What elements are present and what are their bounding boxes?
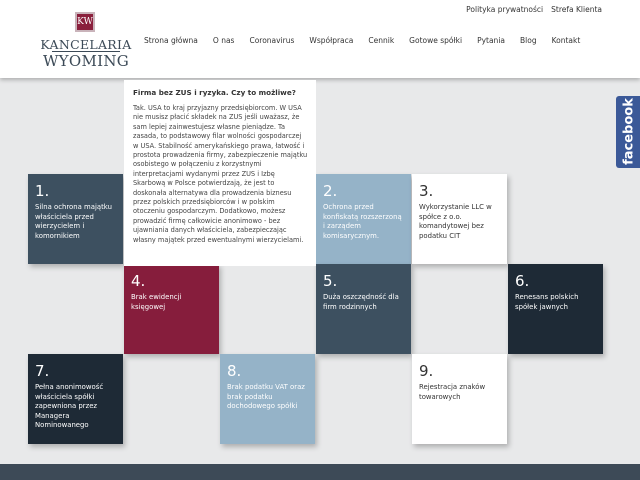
top-links: Polityka prywatności Strefa Klienta xyxy=(466,5,602,14)
feature-tile-1[interactable]: 1. Silna ochrona majątku właściciela prz… xyxy=(28,174,123,264)
site-header: KW KANCELARIA WYOMING Polityka prywatnoś… xyxy=(0,0,640,78)
main-nav: Strona główna O nas Coronavirus Współpra… xyxy=(144,36,595,45)
facebook-tab[interactable]: facebook xyxy=(616,96,640,168)
tile-text: Silna ochrona majątku właściciela przed … xyxy=(35,203,112,240)
popup-title: Firma bez ZUS i ryzyka. Czy to możliwe? xyxy=(133,88,296,97)
nav-item-questions[interactable]: Pytania xyxy=(477,36,505,45)
privacy-policy-link[interactable]: Polityka prywatności xyxy=(466,5,543,14)
feature-tile-8[interactable]: 8. Brak podatku VAT oraz brak podatku do… xyxy=(220,354,315,444)
nav-item-blog[interactable]: Blog xyxy=(520,36,537,45)
feature-tile-2[interactable]: 2. Ochrona przed konfiskatą rozszerzoną … xyxy=(316,174,411,264)
tile-number: 1. xyxy=(35,182,50,200)
site-footer xyxy=(0,464,640,480)
nav-item-pricing[interactable]: Cennik xyxy=(368,36,394,45)
tile-number: 6. xyxy=(515,272,530,290)
popup-body: Tak. USA to kraj przyjazny przedsiębiorc… xyxy=(133,104,308,244)
logo-text-kancelaria: KANCELARIA xyxy=(40,37,132,52)
tile-number: 2. xyxy=(323,182,338,200)
site-logo[interactable]: KW KANCELARIA WYOMING xyxy=(40,10,132,72)
feature-tile-4[interactable]: 4. Brak ewidencji księgowej xyxy=(124,264,219,354)
feature-tile-7[interactable]: 7. Pełna anonimowość właściciela spółki … xyxy=(28,354,123,444)
nav-item-cooperation[interactable]: Współpraca xyxy=(309,36,353,45)
tile-text: Rejestracja znaków towarowych xyxy=(419,383,486,401)
nav-item-ready-companies[interactable]: Gotowe spółki xyxy=(409,36,462,45)
feature-tile-6[interactable]: 6. Renesans polskich spółek jawnych xyxy=(508,264,603,354)
nav-item-contact[interactable]: Kontakt xyxy=(552,36,581,45)
tile-number: 9. xyxy=(419,362,434,380)
tile-text: Pełna anonimowość właściciela spółki zap… xyxy=(35,383,104,429)
feature-tile-9[interactable]: 9. Rejestracja znaków towarowych xyxy=(412,354,507,444)
tile-number: 5. xyxy=(323,272,338,290)
nav-item-about[interactable]: O nas xyxy=(213,36,235,45)
tile-text: Duża oszczędność dla firm rodzinnych xyxy=(323,293,399,311)
nav-item-home[interactable]: Strona główna xyxy=(144,36,198,45)
facebook-icon: facebook xyxy=(621,98,637,165)
tile-text: Wykorzystanie LLC w spółce z o.o. komand… xyxy=(419,203,492,240)
tile-text: Ochrona przed konfiskatą rozszerzoną i z… xyxy=(323,203,402,240)
tile-number: 8. xyxy=(227,362,242,380)
logo-mark: KW xyxy=(75,12,95,32)
info-popup: Firma bez ZUS i ryzyka. Czy to możliwe? … xyxy=(124,80,316,266)
logo-text-wyoming: WYOMING xyxy=(42,52,130,70)
client-zone-link[interactable]: Strefa Klienta xyxy=(551,5,602,14)
tile-number: 3. xyxy=(419,182,434,200)
tile-number: 7. xyxy=(35,362,50,380)
tile-text: Brak ewidencji księgowej xyxy=(131,293,182,311)
tile-text: Renesans polskich spółek jawnych xyxy=(515,293,579,311)
nav-item-coronavirus[interactable]: Coronavirus xyxy=(249,36,294,45)
feature-tile-3[interactable]: 3. Wykorzystanie LLC w spółce z o.o. kom… xyxy=(412,174,507,264)
tile-text: Brak podatku VAT oraz brak podatku docho… xyxy=(227,383,305,410)
feature-tile-5[interactable]: 5. Duża oszczędność dla firm rodzinnych xyxy=(316,264,411,354)
tile-number: 4. xyxy=(131,272,146,290)
